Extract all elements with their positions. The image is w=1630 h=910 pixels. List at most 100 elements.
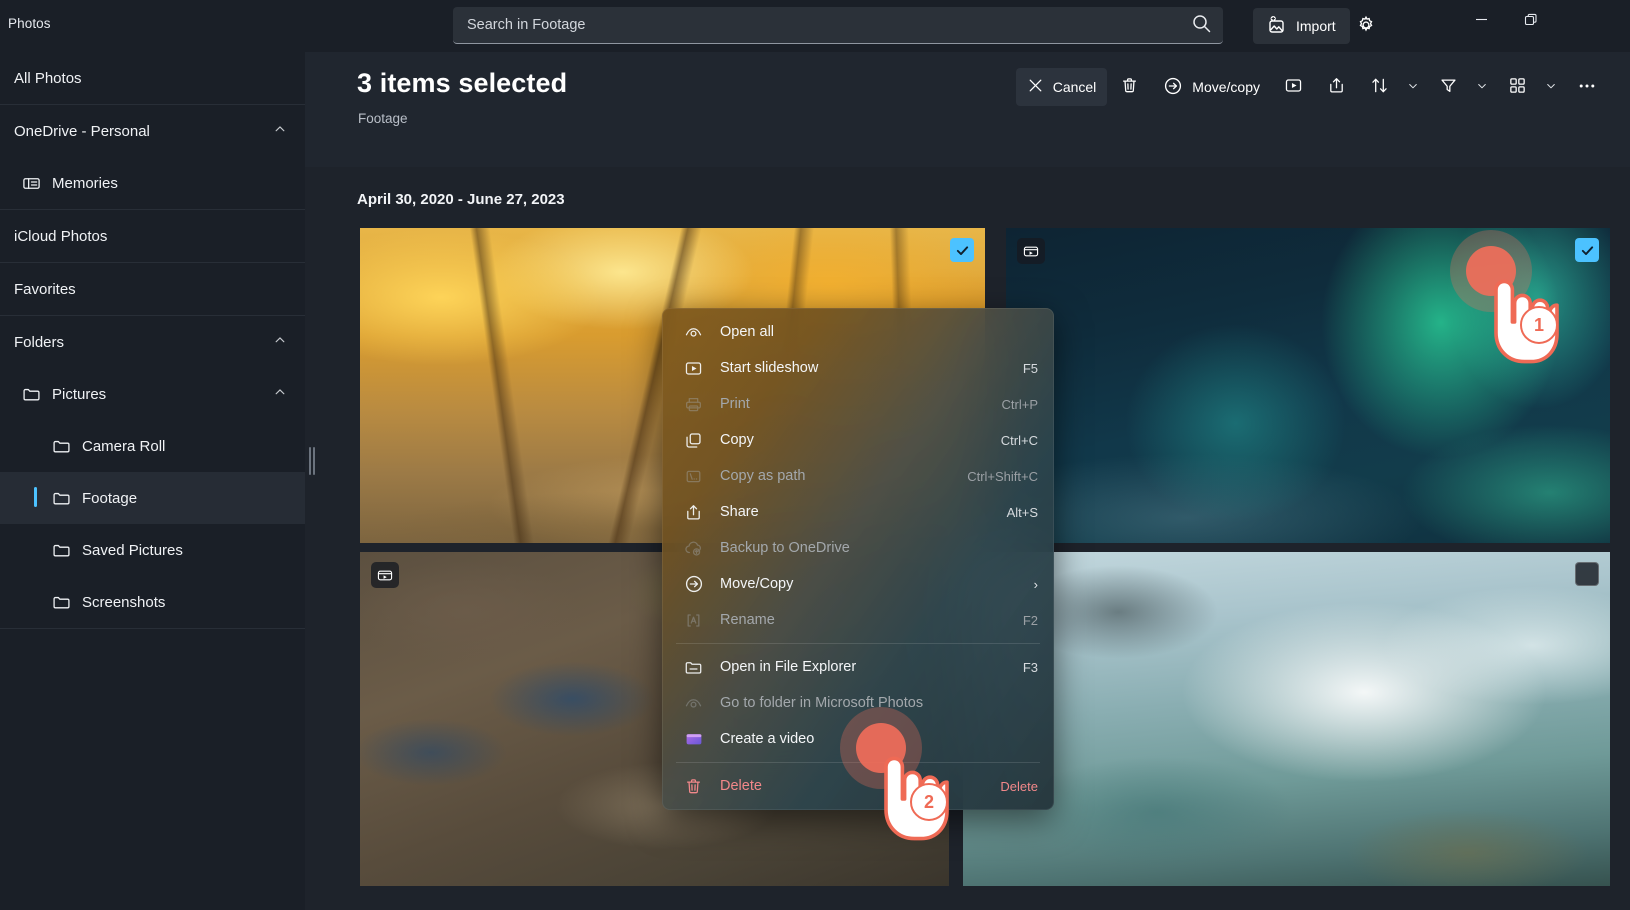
photos-app-window: Photos Import (0, 0, 1630, 910)
chevron-up-icon[interactable] (273, 333, 287, 351)
command-action-group (1497, 68, 1564, 106)
menu-separator (676, 643, 1040, 644)
cancel-button[interactable]: Cancel (1015, 68, 1108, 106)
search-button[interactable] (1179, 7, 1223, 44)
folder-icon (52, 593, 82, 612)
chevron-up-icon[interactable] (273, 385, 287, 403)
command-action-group: Cancel (1015, 68, 1108, 106)
rename-icon (684, 611, 720, 630)
menu-item-copy-as-path: Copy as path Ctrl+Shift+C (662, 458, 1054, 494)
import-button-label: Import (1296, 18, 1336, 34)
tile-checkbox-checked[interactable] (950, 238, 974, 262)
tile-checkbox-checked[interactable] (1575, 238, 1599, 262)
submenu-arrow-icon: › (1033, 576, 1038, 592)
close-icon (1027, 77, 1044, 97)
sidebar-item-pictures[interactable]: Pictures (0, 368, 305, 420)
title-bar: Photos Import (0, 0, 1630, 52)
slideshow-button[interactable] (1273, 68, 1314, 106)
sidebar-section: OneDrive - Personal Memories (0, 105, 305, 210)
menu-item-share[interactable]: Share Alt+S (662, 494, 1054, 530)
filter-button[interactable] (1428, 68, 1469, 106)
sort-chevron-button[interactable] (1400, 68, 1426, 106)
sidebar-item-memories[interactable]: Memories (0, 157, 305, 209)
memories-icon (22, 174, 52, 193)
sidebar-item-onedrive-personal[interactable]: OneDrive - Personal (0, 105, 305, 157)
import-button[interactable]: Import (1253, 8, 1350, 44)
sidebar-item-label: OneDrive - Personal (14, 122, 150, 140)
sidebar-resize-handle[interactable] (308, 445, 316, 477)
menu-item-start-slideshow[interactable]: Start slideshow F5 (662, 350, 1054, 386)
view-grid-chevron-button[interactable] (1538, 68, 1564, 106)
cancel-button-label: Cancel (1052, 79, 1097, 95)
sidebar-item-label: Pictures (52, 385, 107, 403)
sidebar-item-footage[interactable]: Footage (0, 472, 305, 524)
filter-icon (1439, 76, 1458, 98)
sidebar-section: iCloud Photos (0, 210, 305, 263)
resize-grip-line (313, 447, 315, 475)
filter-chevron-button[interactable] (1469, 68, 1495, 106)
share-icon (684, 503, 720, 522)
breadcrumb: Footage (358, 111, 408, 126)
menu-item-delete[interactable]: Delete Delete (662, 768, 1054, 804)
tile-checkbox-unchecked[interactable] (1575, 562, 1599, 586)
menu-item-shortcut: Ctrl+Shift+C (967, 468, 1038, 484)
menu-item-label: Backup to OneDrive (720, 540, 850, 556)
settings-button[interactable] (1348, 8, 1384, 44)
window-maximize-button[interactable] (1508, 0, 1554, 42)
cloud-upload-icon (684, 539, 720, 558)
search-input[interactable] (453, 17, 1179, 33)
sidebar-section: Folders Pictures Camera Roll Footage Saved P… (0, 316, 305, 629)
sidebar-item-favorites[interactable]: Favorites (0, 263, 305, 315)
menu-item-rename: Rename F2 (662, 602, 1054, 638)
photo-tile[interactable] (1006, 228, 1610, 543)
sidebar-section: Favorites (0, 263, 305, 316)
context-menu: Open all Start slideshow F5 Print Ctrl+P Copy… (662, 308, 1054, 810)
sidebar-item-label: Favorites (14, 280, 76, 298)
command-action-group: Move/copy (1152, 68, 1271, 106)
arrow-right-circle-icon (1163, 76, 1183, 99)
search-box[interactable] (453, 7, 1223, 44)
selection-count-title: 3 items selected (357, 68, 568, 98)
sidebar-item-folders[interactable]: Folders (0, 316, 305, 368)
view-grid-button[interactable] (1497, 68, 1538, 106)
sidebar-item-screenshots[interactable]: Screenshots (0, 576, 305, 628)
chevron-up-icon[interactable] (273, 122, 287, 140)
resize-grip-line (309, 447, 311, 475)
chevron-down-icon (1407, 80, 1419, 95)
menu-item-label: Copy (720, 432, 754, 448)
more-button[interactable] (1566, 68, 1608, 106)
slideshow-icon (1284, 76, 1303, 98)
menu-item-label: Open all (720, 324, 775, 340)
chevron-down-icon (1545, 80, 1557, 95)
menu-item-label: Delete (720, 778, 762, 794)
menu-item-open-in-file-explorer[interactable]: Open in File Explorer F3 (662, 649, 1054, 685)
minimize-icon (1475, 13, 1488, 29)
menu-item-label: Copy as path (720, 468, 806, 484)
sidebar-item-all-photos[interactable]: All Photos (0, 52, 305, 104)
trash-button[interactable] (1109, 68, 1150, 106)
menu-item-move-copy[interactable]: Move/Copy › (662, 566, 1054, 602)
sidebar-item-label: All Photos (14, 69, 82, 87)
app-title: Photos (8, 16, 51, 31)
share-button[interactable] (1316, 68, 1357, 106)
sidebar-item-label: Memories (52, 174, 118, 192)
sidebar-item-icloud-photos[interactable]: iCloud Photos (0, 210, 305, 262)
command-bar-actions: Cancel Move/copy (1015, 68, 1608, 106)
menu-item-label: Start slideshow (720, 360, 819, 376)
photo-tile[interactable] (963, 552, 1610, 886)
sidebar-item-label: Camera Roll (82, 437, 166, 455)
selection-command-bar: 3 items selected Footage Cancel Move/copy (305, 52, 1630, 167)
window-minimize-button[interactable] (1458, 0, 1504, 42)
menu-item-open-all[interactable]: Open all (662, 314, 1054, 350)
menu-item-copy[interactable]: Copy Ctrl+C (662, 422, 1054, 458)
video-badge-icon (1017, 238, 1045, 264)
folder-icon (52, 541, 82, 560)
menu-item-label: Open in File Explorer (720, 659, 857, 675)
sidebar-item-saved-pictures[interactable]: Saved Pictures (0, 524, 305, 576)
menu-item-create-a-video[interactable]: Create a video (662, 721, 1054, 757)
move-copy-button[interactable]: Move/copy (1152, 68, 1271, 106)
folder-icon (52, 437, 82, 456)
sort-button[interactable] (1359, 68, 1400, 106)
more-icon (1577, 76, 1597, 99)
sidebar-item-camera-roll[interactable]: Camera Roll (0, 420, 305, 472)
